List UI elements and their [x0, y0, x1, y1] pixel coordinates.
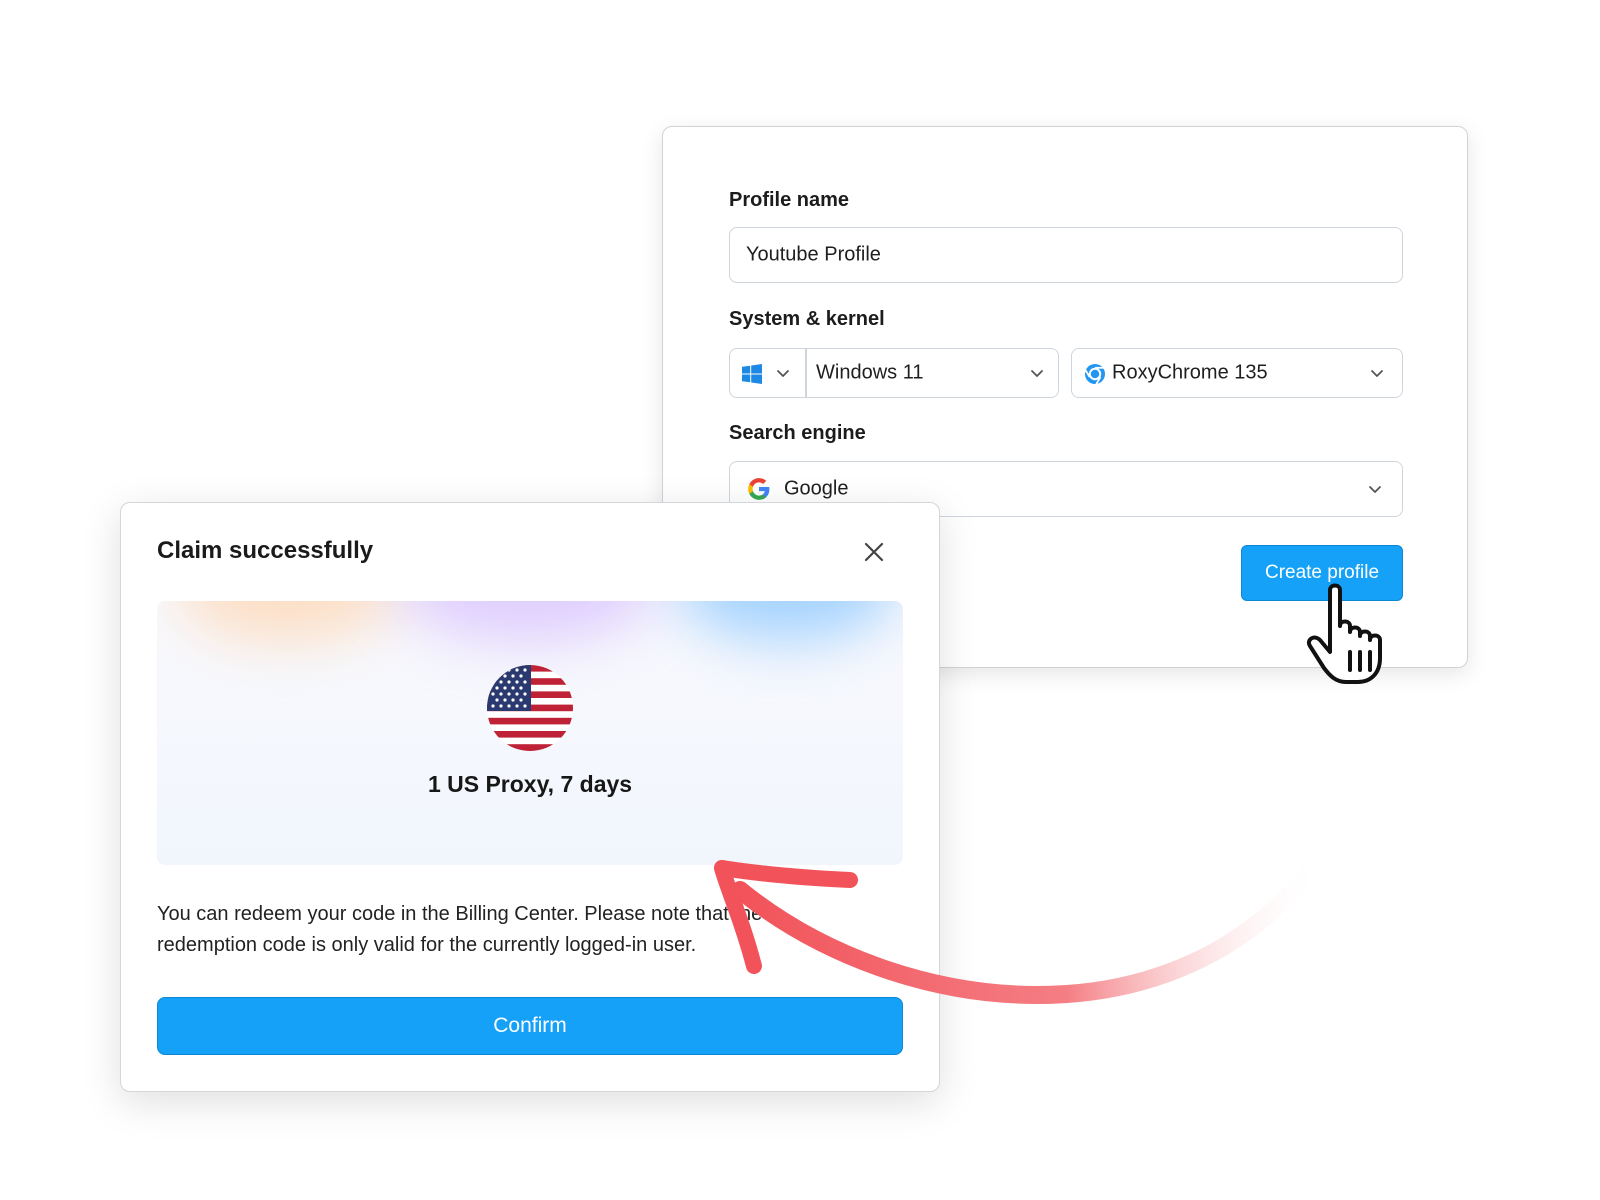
- search-engine-label: Search engine: [729, 422, 866, 444]
- os-type-chevron-icon[interactable]: [774, 364, 792, 382]
- claim-message: You can redeem your code in the Billing …: [157, 903, 763, 956]
- kernel-select[interactable]: RoxyChrome 135: [1071, 348, 1403, 398]
- claim-dialog: Claim successfully 1 US Proxy, 7 days Yo…: [120, 502, 940, 1092]
- reward-text: 1 US Proxy, 7 days: [427, 771, 633, 797]
- panel-glow-blue: [677, 601, 897, 641]
- reward-panel: 1 US Proxy, 7 days: [157, 601, 903, 865]
- os-value: Windows 11: [816, 361, 924, 384]
- profile-name-input[interactable]: Youtube Profile: [729, 227, 1403, 283]
- os-select[interactable]: Windows 11: [729, 348, 1059, 398]
- search-engine-chevron-icon[interactable]: [1366, 480, 1384, 498]
- os-version-chevron-icon[interactable]: [1028, 364, 1046, 382]
- panel-glow-orange: [177, 601, 397, 641]
- profile-name-label: Profile name: [729, 189, 850, 211]
- dialog-title: Claim successfully: [157, 537, 374, 564]
- os-select-divider: [805, 349, 807, 397]
- roxychrome-icon: [1084, 363, 1106, 386]
- system-kernel-label: System & kernel: [729, 308, 885, 330]
- google-icon: [746, 476, 772, 502]
- close-icon[interactable]: [861, 539, 887, 565]
- kernel-value: RoxyChrome 135: [1112, 361, 1268, 384]
- us-flag-icon: [487, 665, 573, 751]
- profile-name-value: Youtube Profile: [746, 243, 881, 266]
- windows-icon: [742, 364, 762, 384]
- kernel-chevron-icon[interactable]: [1368, 364, 1386, 382]
- hand-pointer-icon: [1306, 582, 1402, 686]
- search-engine-value: Google: [784, 477, 849, 500]
- panel-glow-purple: [397, 601, 657, 641]
- confirm-button[interactable]: Confirm: [157, 997, 903, 1055]
